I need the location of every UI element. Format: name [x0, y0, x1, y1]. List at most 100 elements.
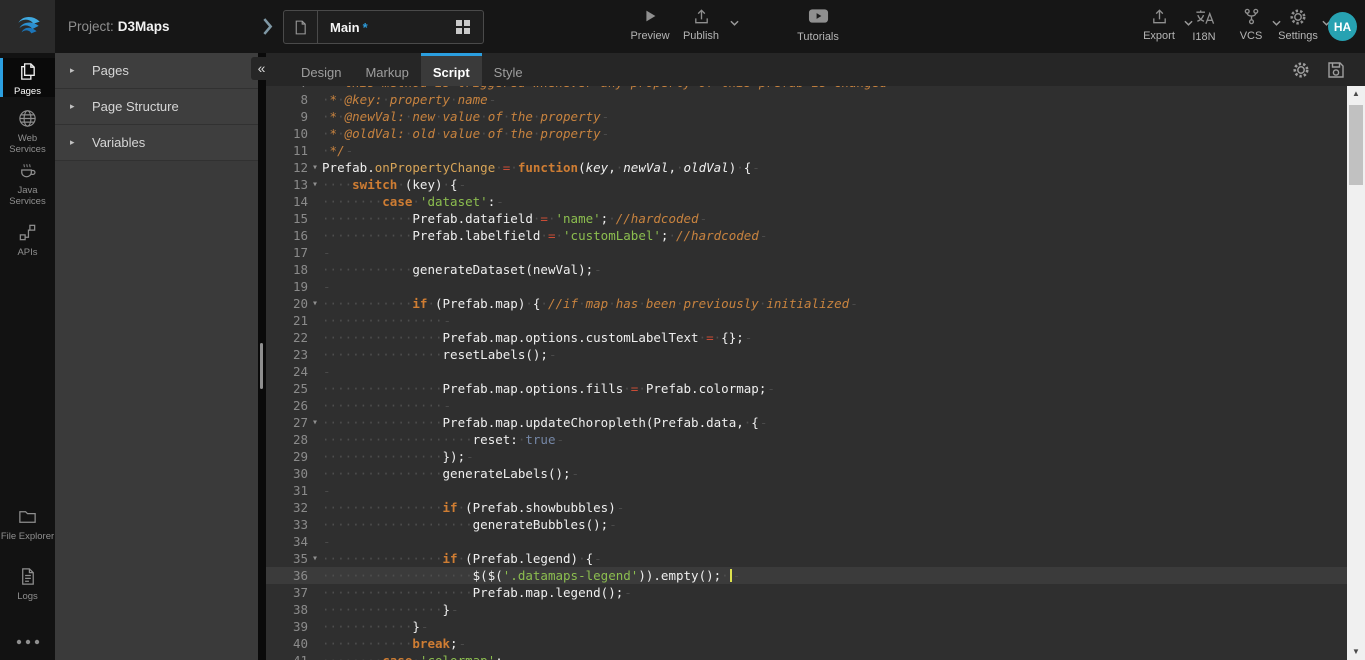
line-number-gutter[interactable]: 21 [266, 312, 322, 329]
code-line-28[interactable]: 28····················reset:·true- [266, 431, 1365, 448]
code-line-23[interactable]: 23················resetLabels();- [266, 346, 1365, 363]
sidebar-item-file-explorer[interactable]: File Explorer [0, 503, 55, 542]
line-number-gutter[interactable]: 38 [266, 601, 322, 618]
fold-arrow-icon[interactable]: ▾ [308, 176, 322, 193]
line-number-gutter[interactable]: 20▾ [266, 295, 322, 312]
code-line-39[interactable]: 39············}- [266, 618, 1365, 635]
line-number-gutter[interactable]: 31 [266, 482, 322, 499]
line-number-gutter[interactable]: 24 [266, 363, 322, 380]
tab-script[interactable]: Script [421, 53, 482, 86]
code-line-27[interactable]: 27▾················Prefab.map.updateChor… [266, 414, 1365, 431]
code-line-37[interactable]: 37····················Prefab.map.legend(… [266, 584, 1365, 601]
collapse-panel-button[interactable]: « [251, 57, 272, 80]
sidebar-item-more[interactable] [0, 629, 55, 654]
page-tab-main[interactable]: Main* [283, 10, 484, 44]
line-number-gutter[interactable]: 35▾ [266, 550, 322, 567]
code-line-35[interactable]: 35▾················if·(Prefab.legend)·{- [266, 550, 1365, 567]
code-line-11[interactable]: 11·*/- [266, 142, 1365, 159]
line-number-gutter[interactable]: 13▾ [266, 176, 322, 193]
code-line-34[interactable]: 34- [266, 533, 1365, 550]
line-number-gutter[interactable]: 26 [266, 397, 322, 414]
code-line-41[interactable]: 41········case·'colormap':- [266, 652, 1365, 660]
panel-section-pages[interactable]: ▸Pages [55, 53, 258, 89]
panel-section-page-structure[interactable]: ▸Page Structure [55, 89, 258, 125]
i18n-button[interactable]: I18N [1184, 7, 1224, 47]
code-line-21[interactable]: 21················- [266, 312, 1365, 329]
sidebar-item-pages[interactable]: Pages [0, 58, 55, 97]
preview-button[interactable]: Preview [622, 7, 678, 47]
code-line-17[interactable]: 17- [266, 244, 1365, 261]
line-number-gutter[interactable]: 15 [266, 210, 322, 227]
line-number-gutter[interactable]: 25 [266, 380, 322, 397]
line-number-gutter[interactable]: 36 [266, 567, 322, 584]
chevron-right-icon[interactable] [262, 17, 273, 36]
code-line-33[interactable]: 33····················generateBubbles();… [266, 516, 1365, 533]
line-number-gutter[interactable]: 18 [266, 261, 322, 278]
line-number-gutter[interactable]: 16 [266, 227, 322, 244]
panel-scrollbar-thumb[interactable] [260, 343, 263, 389]
line-number-gutter[interactable]: 22 [266, 329, 322, 346]
fold-arrow-icon[interactable]: ▾ [308, 414, 322, 431]
code-line-16[interactable]: 16············Prefab.labelfield·=·'custo… [266, 227, 1365, 244]
line-number-gutter[interactable]: 28 [266, 431, 322, 448]
code-line-30[interactable]: 30················generateLabels();- [266, 465, 1365, 482]
scroll-up-icon[interactable]: ▲ [1347, 86, 1365, 102]
line-number-gutter[interactable]: 32 [266, 499, 322, 516]
line-number-gutter[interactable]: 40 [266, 635, 322, 652]
fold-arrow-icon[interactable]: ▾ [308, 295, 322, 312]
vcs-button[interactable]: VCS [1230, 7, 1272, 47]
sidebar-item-java-services[interactable]: Java Services [0, 157, 55, 207]
line-number-gutter[interactable]: 29 [266, 448, 322, 465]
line-number-gutter[interactable]: 19 [266, 278, 322, 295]
code-line-8[interactable]: 8·*·@key:·property·name- [266, 91, 1365, 108]
line-number-gutter[interactable]: 33 [266, 516, 322, 533]
code-line-18[interactable]: 18············generateDataset(newVal);- [266, 261, 1365, 278]
editor-scrollbar[interactable]: ▲ ▼ [1347, 86, 1365, 660]
sidebar-item-apis[interactable]: APIs [0, 219, 55, 258]
code-editor[interactable]: 7·*·this·method·is·triggered·whenever·an… [266, 86, 1365, 660]
tutorials-button[interactable]: Tutorials [788, 7, 848, 47]
line-number-gutter[interactable]: 23 [266, 346, 322, 363]
code-line-25[interactable]: 25················Prefab.map.options.fil… [266, 380, 1365, 397]
code-line-19[interactable]: 19- [266, 278, 1365, 295]
code-line-26[interactable]: 26················- [266, 397, 1365, 414]
tab-style[interactable]: Style [482, 53, 535, 86]
fold-arrow-icon[interactable]: ▾ [308, 550, 322, 567]
code-line-24[interactable]: 24- [266, 363, 1365, 380]
code-line-15[interactable]: 15············Prefab.datafield·=·'name';… [266, 210, 1365, 227]
line-number-gutter[interactable]: 8 [266, 91, 322, 108]
line-number-gutter[interactable]: 41 [266, 652, 322, 660]
fold-arrow-icon[interactable]: ▾ [308, 159, 322, 176]
line-number-gutter[interactable]: 17 [266, 244, 322, 261]
scroll-down-icon[interactable]: ▼ [1347, 644, 1365, 660]
editor-scrollbar-thumb[interactable] [1349, 105, 1363, 185]
code-line-29[interactable]: 29················});- [266, 448, 1365, 465]
sidebar-item-logs[interactable]: Logs [0, 563, 55, 602]
line-number-gutter[interactable]: 14 [266, 193, 322, 210]
save-icon[interactable] [1326, 60, 1346, 80]
sidebar-item-web-services[interactable]: Web Services [0, 105, 55, 155]
code-line-31[interactable]: 31- [266, 482, 1365, 499]
code-line-40[interactable]: 40············break;- [266, 635, 1365, 652]
code-line-13[interactable]: 13▾····switch·(key)·{- [266, 176, 1365, 193]
code-line-36[interactable]: 36····················$($('.datamaps-leg… [266, 567, 1365, 584]
code-line-9[interactable]: 9·*·@newVal:·new·value·of·the·property- [266, 108, 1365, 125]
wavemaker-logo-icon[interactable] [0, 0, 55, 53]
line-number-gutter[interactable]: 9 [266, 108, 322, 125]
panel-scrollbar[interactable] [258, 53, 266, 660]
tab-design[interactable]: Design [289, 53, 353, 86]
code-line-20[interactable]: 20▾············if·(Prefab.map)·{·//if·ma… [266, 295, 1365, 312]
tab-markup[interactable]: Markup [353, 53, 420, 86]
line-number-gutter[interactable]: 34 [266, 533, 322, 550]
code-line-38[interactable]: 38················}- [266, 601, 1365, 618]
export-button[interactable]: Export [1134, 7, 1184, 47]
line-number-gutter[interactable]: 10 [266, 125, 322, 142]
line-number-gutter[interactable]: 39 [266, 618, 322, 635]
code-line-12[interactable]: 12▾Prefab.onPropertyChange·=·function(ke… [266, 159, 1365, 176]
code-line-22[interactable]: 22················Prefab.map.options.cus… [266, 329, 1365, 346]
line-number-gutter[interactable]: 27▾ [266, 414, 322, 431]
line-number-gutter[interactable]: 12▾ [266, 159, 322, 176]
avatar[interactable]: HA [1328, 12, 1357, 41]
line-number-gutter[interactable]: 30 [266, 465, 322, 482]
grid-icon[interactable] [455, 19, 483, 35]
